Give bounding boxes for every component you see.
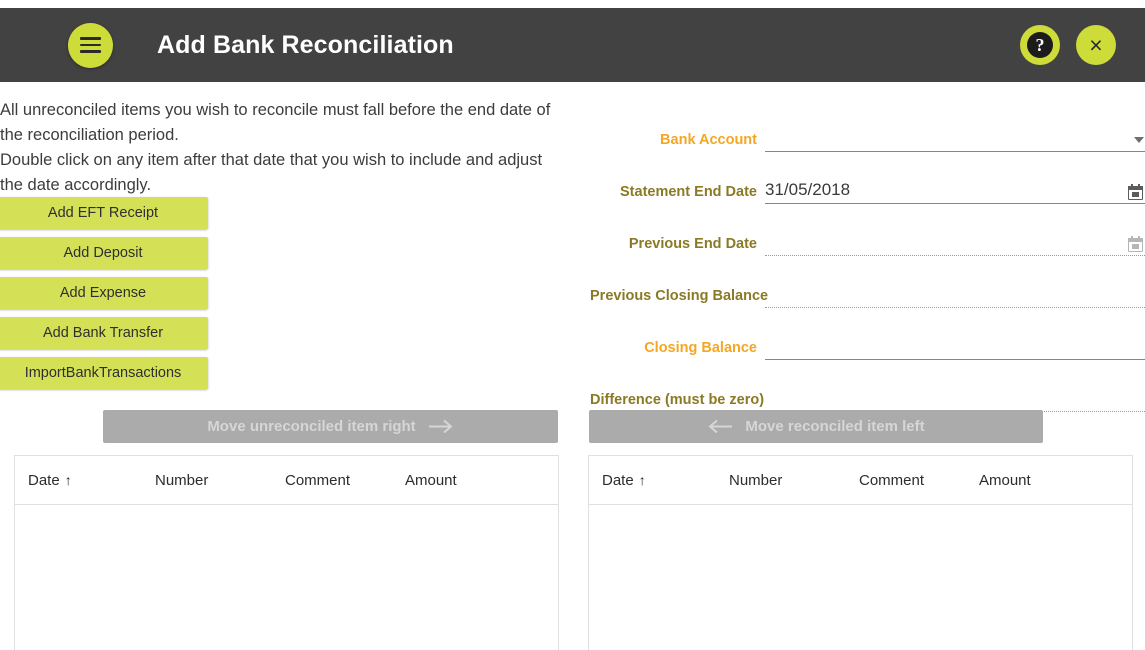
column-header-amount[interactable]: Amount — [979, 472, 1099, 489]
table-header-row: Date ↑ Number Comment Amount — [589, 456, 1132, 505]
bank-account-label: Bank Account — [660, 132, 757, 148]
instruction-line-3: Double click on any item after that date… — [0, 151, 543, 169]
field-underline — [765, 151, 1145, 152]
statement-end-date-field[interactable]: 31/05/2018 — [765, 174, 1145, 204]
add-deposit-button[interactable]: Add Deposit — [0, 237, 208, 269]
move-reconciled-item-left-button[interactable]: Move reconciled item left — [589, 410, 1043, 443]
table-header-row: Date ↑ Number Comment Amount — [15, 456, 558, 505]
sort-ascending-icon: ↑ — [64, 472, 72, 488]
calendar-icon — [1128, 236, 1143, 252]
table-body[interactable] — [15, 505, 558, 650]
column-header-comment[interactable]: Comment — [859, 472, 979, 489]
arrow-left-icon — [708, 419, 733, 434]
page-title: Add Bank Reconciliation — [157, 30, 454, 59]
field-underline — [765, 203, 1145, 204]
form-row-difference: Difference (must be zero) — [590, 360, 1145, 412]
hamburger-icon-bar — [80, 37, 101, 40]
sort-ascending-icon: ↑ — [638, 472, 646, 488]
reconciled-items-table: Date ↑ Number Comment Amount — [588, 455, 1133, 650]
add-eft-receipt-button[interactable]: Add EFT Receipt — [0, 197, 208, 229]
column-header-date-label: Date — [28, 471, 60, 489]
hamburger-icon-bar — [80, 43, 101, 47]
field-underline — [765, 307, 1145, 308]
form-row-bank-account: Bank Account — [590, 100, 1145, 152]
instruction-line-4: the date accordingly. — [0, 176, 152, 194]
header-actions: ? × — [1020, 25, 1116, 65]
add-bank-transfer-button[interactable]: Add Bank Transfer — [0, 317, 208, 349]
add-expense-button[interactable]: Add Expense — [0, 277, 208, 309]
column-header-date[interactable]: Date ↑ — [589, 472, 729, 489]
column-header-number[interactable]: Number — [155, 472, 285, 489]
column-header-amount[interactable]: Amount — [405, 472, 525, 489]
field-underline — [765, 359, 1145, 360]
calendar-icon-dot — [1132, 244, 1139, 249]
bank-account-field[interactable] — [765, 122, 1145, 152]
statement-end-date-label: Statement End Date — [620, 184, 757, 200]
calendar-icon[interactable] — [1128, 184, 1143, 200]
hamburger-icon-bar — [80, 50, 101, 53]
column-header-date-label: Date — [602, 471, 634, 489]
move-right-label: Move unreconciled item right — [207, 418, 416, 435]
statement-end-date-value: 31/05/2018 — [765, 180, 851, 199]
previous-end-date-field — [765, 226, 1145, 256]
arrow-right-icon — [428, 419, 453, 434]
import-bank-transactions-button[interactable]: ImportBankTransactions — [0, 357, 208, 389]
instruction-line-1: All unreconciled items you wish to recon… — [0, 101, 551, 119]
move-unreconciled-item-right-button[interactable]: Move unreconciled item right — [103, 410, 558, 443]
closing-balance-field[interactable] — [765, 330, 1145, 360]
previous-closing-balance-field — [765, 278, 1145, 308]
difference-label: Difference (must be zero) — [590, 392, 765, 408]
previous-closing-balance-label: Previous Closing Balance — [590, 288, 769, 304]
instructions-text: All unreconciled items you wish to recon… — [0, 98, 556, 198]
calendar-icon-top — [1128, 238, 1143, 242]
form-row-closing-balance: Closing Balance — [590, 308, 1145, 360]
previous-end-date-label: Previous End Date — [628, 236, 757, 252]
column-header-comment[interactable]: Comment — [285, 472, 405, 489]
action-button-group: Add EFT Receipt Add Deposit Add Expense … — [0, 197, 208, 397]
unreconciled-items-table: Date ↑ Number Comment Amount — [14, 455, 559, 650]
move-left-label: Move reconciled item left — [745, 418, 925, 435]
help-button[interactable]: ? — [1020, 25, 1060, 65]
form-row-statement-end-date: Statement End Date 31/05/2018 — [590, 152, 1145, 204]
reconciliation-form: Bank Account Statement End Date 31/05/20… — [590, 100, 1145, 412]
close-button[interactable]: × — [1076, 25, 1116, 65]
form-row-previous-closing-balance: Previous Closing Balance — [590, 256, 1145, 308]
field-underline — [765, 255, 1145, 256]
hamburger-menu-button[interactable] — [68, 22, 113, 68]
question-mark-icon: ? — [1027, 32, 1053, 58]
chevron-down-icon[interactable] — [1134, 137, 1144, 143]
difference-field — [765, 382, 1145, 412]
app-header: Add Bank Reconciliation ? × — [0, 8, 1145, 82]
closing-balance-label: Closing Balance — [644, 340, 757, 356]
close-icon: × — [1089, 31, 1103, 58]
calendar-icon-top — [1128, 186, 1143, 190]
form-row-previous-end-date: Previous End Date — [590, 204, 1145, 256]
instruction-line-2: the reconciliation period. — [0, 126, 179, 144]
calendar-icon-dot — [1132, 192, 1139, 197]
table-body[interactable] — [589, 505, 1132, 650]
column-header-number[interactable]: Number — [729, 472, 859, 489]
column-header-date[interactable]: Date ↑ — [15, 472, 155, 489]
